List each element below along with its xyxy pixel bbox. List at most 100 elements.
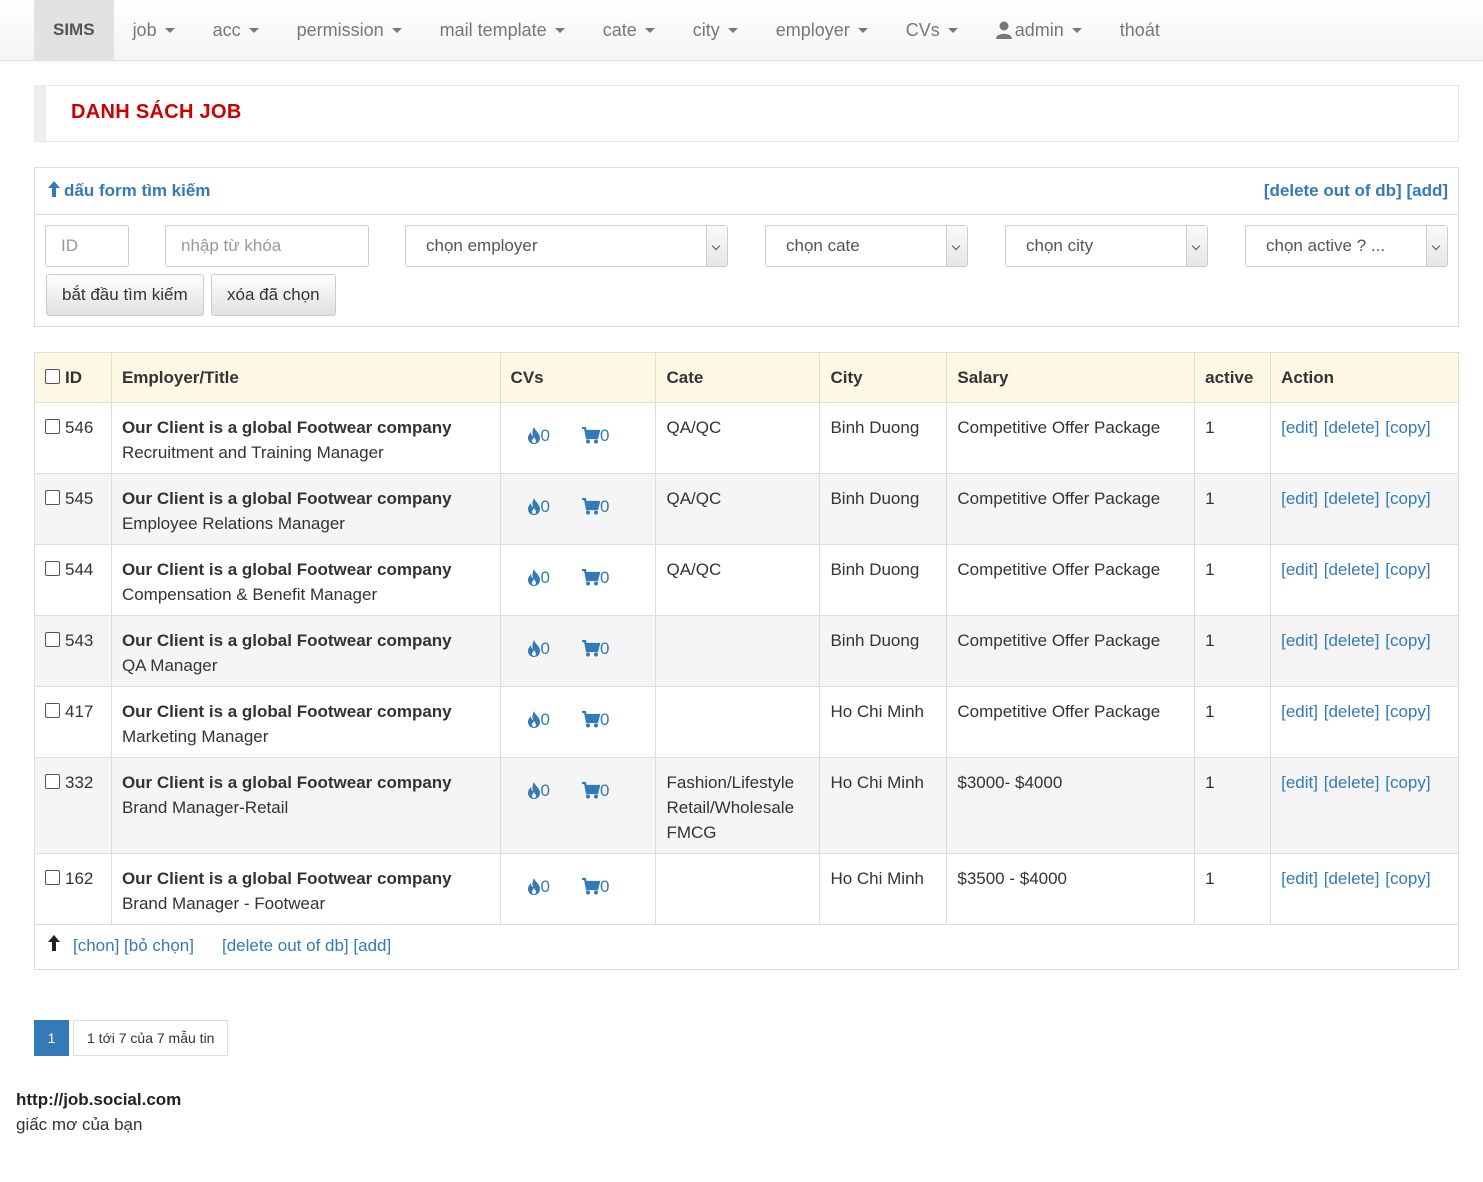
cv-saved-link[interactable]: 0 — [582, 565, 609, 593]
cell-id: 332 — [34, 757, 112, 854]
row-checkbox[interactable] — [45, 419, 60, 434]
table-row: 543 Our Client is a global Footwear compa… — [34, 615, 1459, 687]
delete-link[interactable]: [delete] — [1324, 773, 1380, 792]
nav-user-menu[interactable]: admin — [977, 0, 1101, 60]
cv-saved-link[interactable]: 0 — [582, 636, 609, 664]
cart-icon — [582, 640, 601, 657]
job-id: 332 — [65, 773, 94, 792]
cv-saved-link[interactable]: 0 — [582, 423, 609, 451]
nav-city-menu[interactable]: city — [674, 0, 757, 60]
cv-applied-link[interactable]: 0 — [527, 494, 550, 522]
select-all-checkbox[interactable] — [45, 368, 60, 384]
city-select[interactable]: chọn city — [1005, 225, 1208, 267]
nav-permission-menu[interactable]: permission — [278, 0, 421, 60]
toggle-search-form-link[interactable]: dấu form tìm kiếm — [48, 181, 210, 201]
table-row: 545 Our Client is a global Footwear compa… — [34, 473, 1459, 545]
delete-link[interactable]: [delete] — [1324, 560, 1380, 579]
employer-select[interactable]: chọn employer — [405, 225, 728, 267]
delete-link[interactable]: [delete] — [1324, 489, 1380, 508]
nav-cate-menu[interactable]: cate — [584, 0, 674, 60]
cell-cate: QA/QC — [655, 473, 821, 545]
pagination-current-page[interactable]: 1 — [34, 1020, 69, 1056]
copy-link[interactable]: [copy] — [1385, 702, 1430, 721]
edit-link[interactable]: [edit] — [1281, 702, 1318, 721]
deselect-all-link[interactable]: [bỏ chọn] — [124, 936, 194, 955]
copy-link[interactable]: [copy] — [1385, 560, 1430, 579]
nav-label: permission — [296, 19, 384, 40]
cv-applied-link[interactable]: 0 — [527, 636, 550, 664]
cate-select[interactable]: chọn cate — [765, 225, 968, 267]
row-checkbox[interactable] — [45, 561, 60, 576]
caret-down-icon — [727, 27, 738, 33]
nav-mail-template-menu[interactable]: mail template — [421, 0, 584, 60]
select-all-link[interactable]: [chon] — [73, 936, 119, 955]
cate-select-value: chọn cate — [786, 236, 860, 255]
copy-link[interactable]: [copy] — [1385, 869, 1430, 888]
delete-link[interactable]: [delete] — [1324, 869, 1380, 888]
edit-link[interactable]: [edit] — [1281, 631, 1318, 650]
row-checkbox[interactable] — [45, 870, 60, 885]
delete-link[interactable]: [delete] — [1324, 418, 1380, 437]
fire-icon — [527, 711, 540, 728]
cv-saved-link[interactable]: 0 — [582, 494, 609, 522]
dropdown-arrow-icon — [706, 226, 727, 266]
cell-active: 1 — [1194, 853, 1272, 925]
cell-action: [edit] [delete] [copy] — [1270, 686, 1459, 758]
edit-link[interactable]: [edit] — [1281, 560, 1318, 579]
footer-url: http://job.social.com — [16, 1090, 182, 1109]
add-link[interactable]: [add] — [1406, 181, 1448, 200]
fire-icon — [527, 782, 540, 799]
cv-saved-link[interactable]: 0 — [582, 707, 609, 735]
employer-name: Our Client is a global Footwear company — [121, 489, 452, 508]
edit-link[interactable]: [edit] — [1281, 773, 1318, 792]
active-select[interactable]: chọn active ? ... — [1245, 225, 1448, 267]
edit-link[interactable]: [edit] — [1281, 418, 1318, 437]
job-id: 417 — [65, 702, 94, 721]
brand-link[interactable]: SIMS — [34, 0, 114, 60]
cell-city: Binh Duong — [819, 473, 948, 545]
row-checkbox[interactable] — [45, 632, 60, 647]
cv-applied-link[interactable]: 0 — [527, 707, 550, 735]
row-checkbox[interactable] — [45, 703, 60, 718]
id-placeholder: ID — [61, 236, 78, 255]
cell-active: 1 — [1194, 544, 1272, 616]
copy-link[interactable]: [copy] — [1385, 773, 1430, 792]
cell-cate — [655, 686, 821, 758]
job-title: Compensation & Benefit Manager — [121, 585, 378, 604]
nav-cvs-menu[interactable]: CVs — [887, 0, 977, 60]
nav-job-menu[interactable]: job — [114, 0, 194, 60]
keyword-input[interactable]: nhập từ khóa — [165, 225, 369, 267]
fire-icon — [527, 498, 540, 515]
cv-applied-link[interactable]: 0 — [527, 874, 550, 902]
copy-link[interactable]: [copy] — [1385, 489, 1430, 508]
nav-acc-menu[interactable]: acc — [194, 0, 278, 60]
job-title: Recruitment and Training Manager — [121, 443, 384, 462]
row-checkbox[interactable] — [45, 774, 60, 789]
cv-applied-link[interactable]: 0 — [527, 565, 550, 593]
delete-link[interactable]: [delete] — [1324, 631, 1380, 650]
keyword-placeholder: nhập từ khóa — [181, 236, 282, 255]
copy-link[interactable]: [copy] — [1385, 631, 1430, 650]
cv-applied-link[interactable]: 0 — [527, 423, 550, 451]
copy-link[interactable]: [copy] — [1385, 418, 1430, 437]
cv-applied-link[interactable]: 0 — [527, 778, 550, 806]
cell-id: 546 — [34, 402, 112, 474]
delete-link[interactable]: [delete] — [1324, 702, 1380, 721]
logout-link[interactable]: thoát — [1101, 0, 1179, 60]
edit-link[interactable]: [edit] — [1281, 869, 1318, 888]
cv-saved-link[interactable]: 0 — [582, 778, 609, 806]
nav-employer-menu[interactable]: employer — [757, 0, 887, 60]
add-link[interactable]: [add] — [353, 936, 391, 955]
id-input[interactable]: ID — [45, 225, 129, 267]
cell-id: 162 — [34, 853, 112, 925]
start-search-button[interactable]: bắt đầu tìm kiếm — [46, 274, 204, 316]
delete-out-of-db-link[interactable]: [delete out of db] — [222, 936, 349, 955]
cv-saved-link[interactable]: 0 — [582, 874, 609, 902]
row-checkbox[interactable] — [45, 490, 60, 505]
edit-link[interactable]: [edit] — [1281, 489, 1318, 508]
arrow-up-icon — [48, 181, 60, 197]
job-title: Employee Relations Manager — [121, 514, 345, 533]
clear-selection-button[interactable]: xóa đã chọn — [211, 274, 336, 316]
cell-active: 1 — [1194, 402, 1272, 474]
delete-out-of-db-link[interactable]: [delete out of db] — [1264, 181, 1402, 200]
